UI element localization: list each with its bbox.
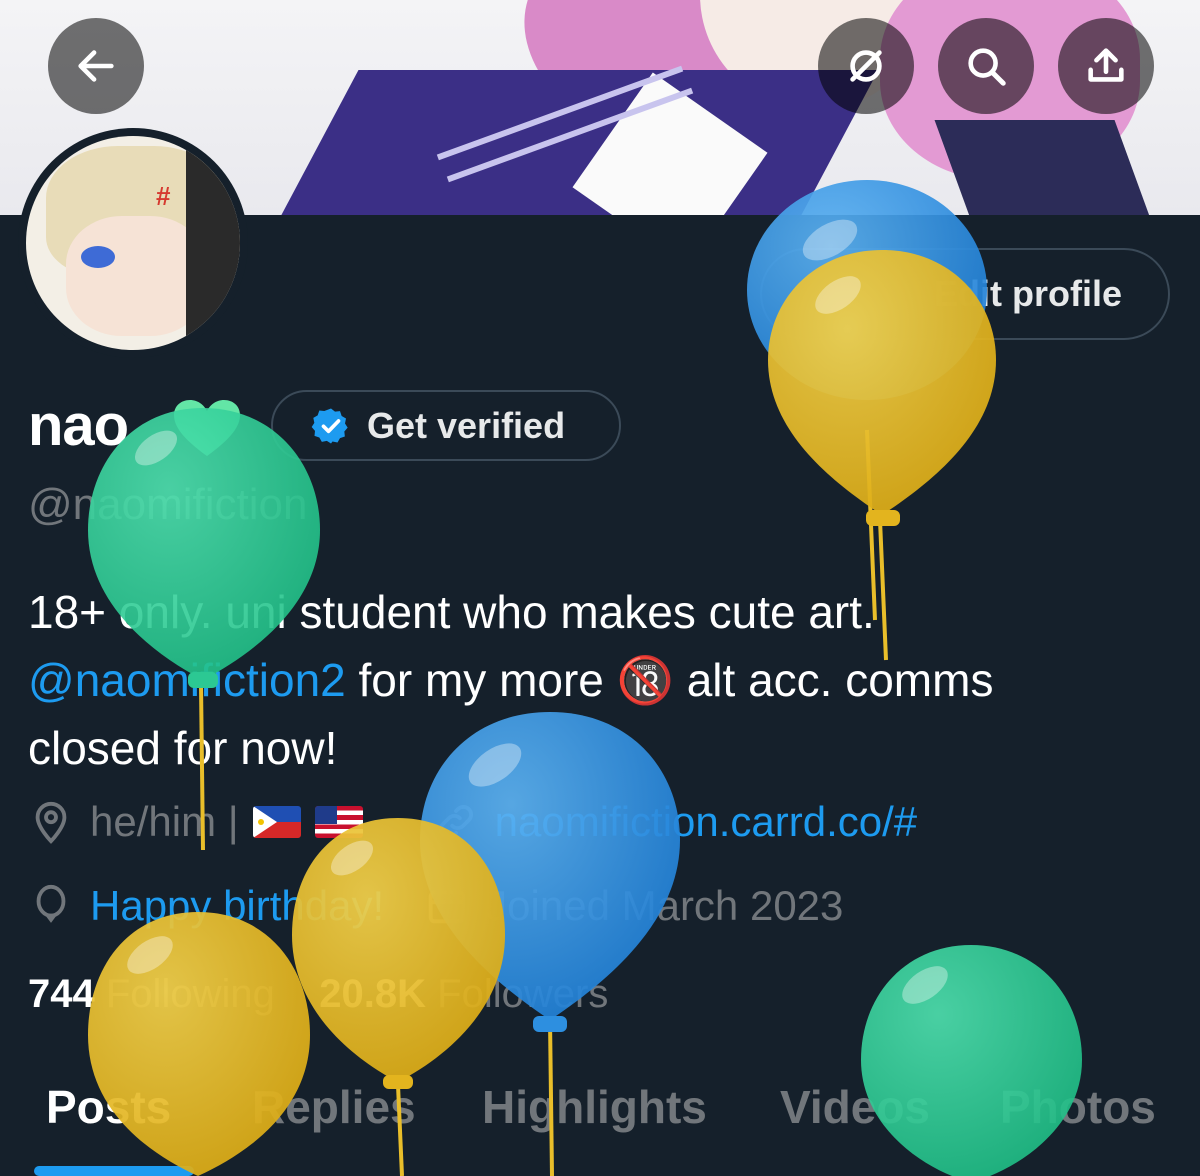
user-handle: @naomifiction: [28, 480, 308, 529]
display-name: nao: [28, 393, 129, 458]
verified-badge-icon: [311, 408, 348, 443]
balloon-icon: [36, 884, 66, 923]
meta-row-dates: Happy birthday! Joined March 2023: [28, 882, 843, 930]
edit-profile-label: Edit profile: [934, 273, 1122, 314]
balloon-blue-top: [747, 180, 987, 621]
tab-videos[interactable]: Videos: [780, 1080, 930, 1134]
bio-line: for my more 🔞 alt acc. comms: [345, 654, 994, 706]
followers-stat[interactable]: 20.8K Followers: [319, 972, 608, 1016]
joined-date: Joined March 2023: [486, 882, 844, 929]
follow-stats: 744 Following 20.8K Followers: [28, 972, 608, 1017]
share-icon: [1088, 48, 1124, 82]
tab-photos[interactable]: Photos: [1000, 1080, 1156, 1134]
following-label: Following: [105, 972, 275, 1016]
profile-tabs: Posts Replies Highlights Videos Photos: [0, 1080, 1200, 1176]
avatar[interactable]: #: [18, 128, 248, 358]
location-pin-icon: [35, 801, 67, 844]
edit-profile-button[interactable]: Edit profile: [760, 248, 1170, 340]
tab-replies[interactable]: Replies: [252, 1080, 416, 1134]
link-icon: [438, 805, 473, 839]
hide-icon: [850, 50, 882, 82]
following-count: 744: [28, 972, 95, 1016]
avatar-image: #: [26, 136, 240, 350]
location-text: he/him |: [90, 798, 239, 845]
meta-row-location: he/him | naomifiction.carrd.co/#: [28, 798, 917, 846]
followers-label: Followers: [437, 972, 609, 1016]
green-heart-icon: [174, 400, 240, 456]
calendar-icon: [428, 888, 466, 924]
avatar-art: [66, 216, 206, 336]
share-button[interactable]: [1058, 18, 1154, 114]
bio-mention-link[interactable]: @naomifiction2: [28, 654, 346, 706]
bio: 18+ only. uni student who makes cute art…: [28, 578, 1178, 782]
search-icon: [968, 48, 1006, 86]
website-link[interactable]: naomifiction.carrd.co/#: [495, 798, 918, 846]
bio-line: closed for now!: [28, 722, 338, 774]
following-stat[interactable]: 744 Following: [28, 972, 275, 1016]
tab-highlights[interactable]: Highlights: [482, 1080, 707, 1134]
avatar-art: #: [156, 181, 171, 211]
hide-button[interactable]: [818, 18, 914, 114]
philippines-flag-icon: [252, 806, 301, 838]
back-button[interactable]: [48, 18, 144, 114]
avatar-art: [81, 246, 115, 268]
banner-art: [241, 70, 879, 215]
get-verified-button[interactable]: Get verified: [271, 390, 621, 461]
birthday-link[interactable]: Happy birthday!: [90, 882, 384, 930]
us-flag-icon: [314, 806, 363, 838]
search-button[interactable]: [938, 18, 1034, 114]
avatar-art: [186, 146, 240, 336]
arrow-left-icon: [78, 50, 114, 82]
banner-art: [934, 120, 1166, 215]
bio-line: 18+ only. uni student who makes cute art…: [28, 586, 875, 638]
get-verified-label: Get verified: [367, 404, 566, 446]
active-tab-indicator: [34, 1166, 194, 1176]
tab-posts[interactable]: Posts: [46, 1080, 171, 1134]
followers-count: 20.8K: [319, 972, 427, 1016]
